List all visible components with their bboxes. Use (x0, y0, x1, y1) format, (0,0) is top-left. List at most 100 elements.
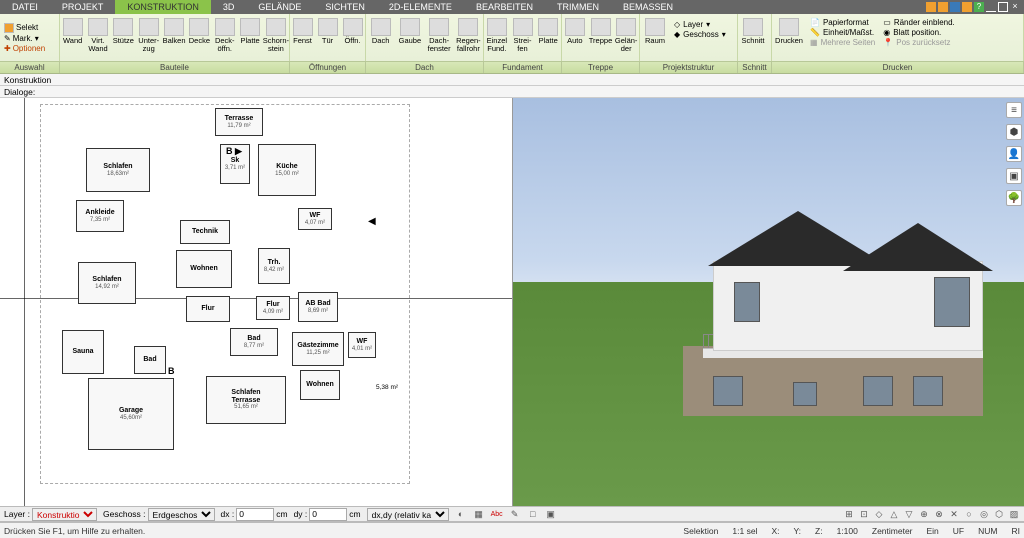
room-wf[interactable]: WF4,07 m² (298, 208, 332, 230)
tool-icon-4[interactable]: □ (527, 508, 539, 520)
mehrere-seiten-button[interactable]: ▦ Mehrere Seiten (810, 38, 875, 47)
dx-input[interactable] (236, 508, 274, 521)
titlebar-icon-1[interactable] (926, 2, 936, 12)
layer-toggle[interactable]: ◇ Layer ▾ (674, 20, 726, 29)
layer-select[interactable]: Konstruktio (32, 508, 97, 521)
snap-icon-5[interactable]: ▽ (903, 508, 915, 520)
menu-tab-3d[interactable]: 3D (211, 0, 247, 14)
room-küche[interactable]: Küche15,00 m² (258, 144, 316, 196)
gelaender-button[interactable]: Gelän-der (613, 16, 639, 53)
minimize-icon[interactable] (986, 2, 996, 12)
room-schlafen[interactable]: Schlafen18,63m² (86, 148, 150, 192)
platte-fund-button[interactable]: Platte (535, 16, 561, 45)
layers-icon[interactable]: ≡ (1006, 102, 1022, 118)
tree-icon[interactable]: 🌳 (1006, 190, 1022, 206)
person-icon[interactable]: 👤 (1006, 146, 1022, 162)
snap-icon-12[interactable]: ▨ (1008, 508, 1020, 520)
snap-icon-8[interactable]: ✕ (948, 508, 960, 520)
raender-button[interactable]: ▭ Ränder einblend. (883, 18, 955, 27)
tool-icon-5[interactable]: ▣ (545, 508, 557, 520)
balken-button[interactable]: Balken (161, 16, 186, 45)
deckoeffn-button[interactable]: Deck-öffn. (212, 16, 237, 53)
close-icon[interactable]: × (1010, 2, 1020, 12)
room-terrasse[interactable]: Terrasse11,79 m² (215, 108, 263, 136)
stuetze-button[interactable]: Stütze (111, 16, 136, 45)
mark-button[interactable]: ✎ Mark. ▾ (4, 34, 55, 43)
einzelfund-button[interactable]: EinzelFund. (484, 16, 510, 53)
abc-icon[interactable]: Abc (491, 511, 503, 518)
room-bad[interactable]: Bad8,77 m² (230, 328, 278, 356)
room-technik[interactable]: Technik (180, 220, 230, 244)
tuer-button[interactable]: Tür (315, 16, 340, 45)
drucken-button[interactable]: Drucken (772, 16, 806, 45)
menu-tab-bemassen[interactable]: BEMASSEN (611, 0, 685, 14)
menu-tab-2d-elemente[interactable]: 2D-ELEMENTE (377, 0, 464, 14)
snap-icon-6[interactable]: ⊕ (918, 508, 930, 520)
room-gästezimme[interactable]: Gästezimme11,25 m² (292, 332, 344, 366)
2d-view[interactable]: Terrasse11,79 m²Schlafen18,63m²Sk3,71 m²… (0, 98, 513, 506)
menu-tab-gelaende[interactable]: GELÄNDE (246, 0, 313, 14)
snap-icon-1[interactable]: ⊞ (843, 508, 855, 520)
room-ankleide[interactable]: Ankleide7,35 m² (76, 200, 124, 232)
snap-icon-11[interactable]: ⬡ (993, 508, 1005, 520)
3d-view[interactable]: ≡ ⬢ 👤 ▣ 🌳 (513, 98, 1024, 506)
virt-wand-button[interactable]: Virt.Wand (85, 16, 110, 53)
menu-tab-bearbeiten[interactable]: BEARBEITEN (464, 0, 545, 14)
regenfallrohr-button[interactable]: Regen-fallrohr (454, 16, 483, 53)
papierformat-button[interactable]: 📄 Papierformat (810, 18, 875, 27)
geschoss-select[interactable]: Erdgeschos (148, 508, 215, 521)
cube-icon[interactable]: ▣ (1006, 168, 1022, 184)
dachfenster-button[interactable]: Dach-fenster (425, 16, 454, 53)
snap-icon-4[interactable]: △ (888, 508, 900, 520)
geschoss-toggle[interactable]: ◆ Geschoss ▾ (674, 30, 726, 39)
menu-tab-konstruktion[interactable]: KONSTRUKTION (115, 0, 211, 14)
menu-tab-projekt[interactable]: PROJEKT (50, 0, 116, 14)
room-garage[interactable]: Garage45,60m² (88, 378, 174, 450)
coord-mode-select[interactable]: dx,dy (relativ ka (367, 508, 449, 521)
room-wohnen[interactable]: Wohnen (176, 250, 232, 288)
menu-tab-sichten[interactable]: SICHTEN (313, 0, 377, 14)
snap-icon-7[interactable]: ⊗ (933, 508, 945, 520)
schnitt-button[interactable]: Schnitt (738, 16, 768, 45)
menu-tab-trimmen[interactable]: TRIMMEN (545, 0, 611, 14)
titlebar-icon-3[interactable] (950, 2, 960, 12)
decke-button[interactable]: Decke (187, 16, 212, 45)
room-flur[interactable]: Flur4,09 m² (256, 296, 290, 320)
room-ab-bad[interactable]: AB Bad8,69 m² (298, 292, 338, 322)
tool-icon-1[interactable]: ◐ (455, 508, 467, 520)
optionen-button[interactable]: ✚Optionen (4, 44, 55, 53)
pos-zuruecksetz-button[interactable]: 📍 Pos zurücksetz (883, 38, 955, 47)
help-icon[interactable]: ? (974, 2, 984, 12)
snap-icon-9[interactable]: ○ (963, 508, 975, 520)
3d-icon[interactable]: ⬢ (1006, 124, 1022, 140)
unterzug-button[interactable]: Unter-zug (136, 16, 161, 53)
tool-icon-2[interactable]: ▦ (473, 508, 485, 520)
room-trh.[interactable]: Trh.8,42 m² (258, 248, 290, 284)
menu-tab-datei[interactable]: DATEI (0, 0, 50, 14)
dy-input[interactable] (309, 508, 347, 521)
maximize-icon[interactable] (998, 2, 1008, 12)
selekt-button[interactable]: Selekt (4, 23, 55, 33)
room-schlafen-terrasse[interactable]: SchlafenTerrasse51,65 m² (206, 376, 286, 424)
titlebar-icon-4[interactable] (962, 2, 972, 12)
fenster-button[interactable]: Fenst (290, 16, 315, 45)
einheit-button[interactable]: 📏 Einheit/Maßst. (810, 28, 875, 37)
platte-button[interactable]: Platte (237, 16, 262, 45)
raum-button[interactable]: Raum (640, 16, 670, 45)
snap-icon-2[interactable]: ⊡ (858, 508, 870, 520)
room-sauna[interactable]: Sauna (62, 330, 104, 374)
room-flur[interactable]: Flur (186, 296, 230, 322)
oeffnung-button[interactable]: Öffn. (340, 16, 365, 45)
streifen-button[interactable]: Strei-fen (510, 16, 536, 53)
wand-button[interactable]: Wand (60, 16, 85, 45)
snap-icon-10[interactable]: ◎ (978, 508, 990, 520)
room-wohnen[interactable]: Wohnen (300, 370, 340, 400)
blatt-position-button[interactable]: ◉ Blatt position. (883, 28, 955, 37)
tool-icon-3[interactable]: ✎ (509, 508, 521, 520)
room-wf[interactable]: WF4,01 m² (348, 332, 376, 358)
titlebar-icon-2[interactable] (938, 2, 948, 12)
schornstein-button[interactable]: Schorn-stein (263, 16, 289, 53)
treppe-button[interactable]: Treppe (588, 16, 614, 45)
room-bad[interactable]: Bad (134, 346, 166, 374)
gaube-button[interactable]: Gaube (395, 16, 424, 45)
